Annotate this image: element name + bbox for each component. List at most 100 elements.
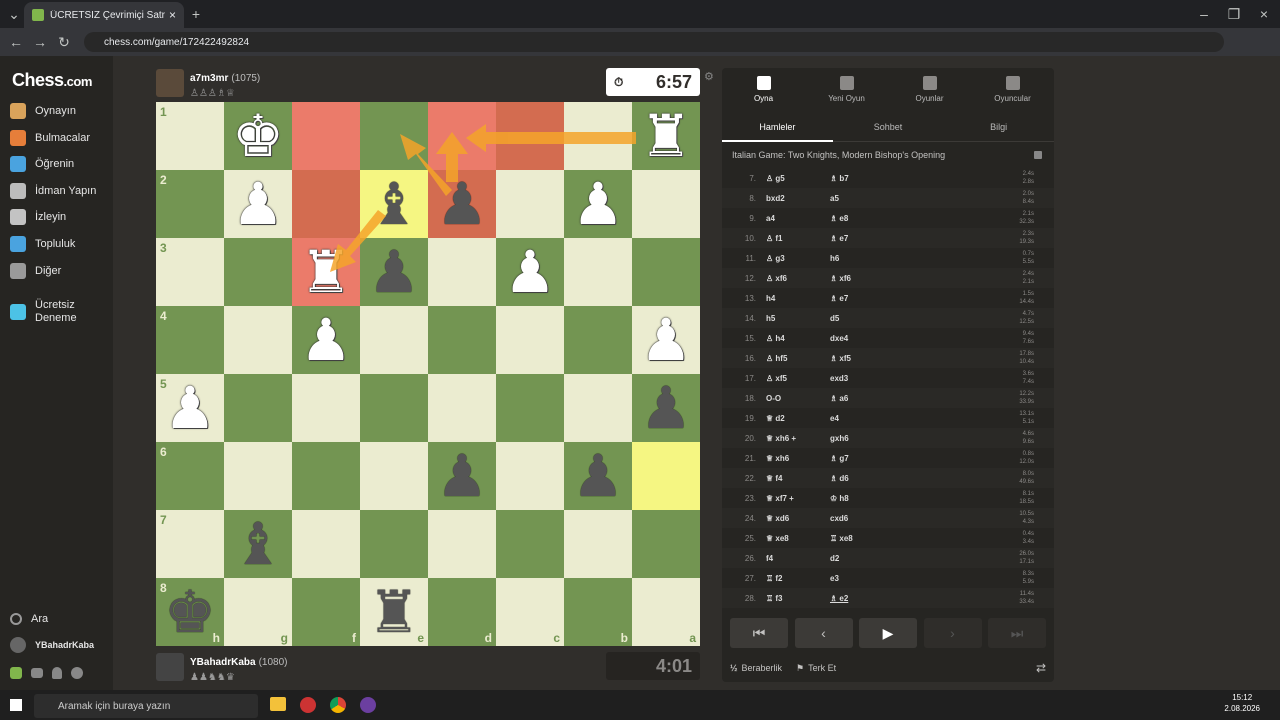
black-king-piece[interactable]: ♚ bbox=[164, 583, 216, 641]
black-move[interactable]: cxd6 bbox=[818, 514, 908, 523]
resign-button[interactable]: Terk Et bbox=[808, 663, 836, 673]
bottom-player-avatar[interactable] bbox=[156, 653, 184, 681]
new-tab-icon[interactable]: + bbox=[184, 2, 208, 26]
close-tab-icon[interactable]: × bbox=[169, 8, 176, 22]
sidebar-item-6[interactable]: Diğer bbox=[0, 258, 113, 284]
square-g1[interactable]: ♚ bbox=[224, 102, 292, 170]
gear-icon[interactable] bbox=[71, 667, 83, 679]
white-move[interactable]: h4 bbox=[762, 294, 818, 303]
sidebar-search[interactable]: Ara bbox=[0, 606, 113, 632]
white-move[interactable]: ♙ f1 bbox=[762, 234, 818, 243]
sidebar-item-0[interactable]: Oynayın bbox=[0, 98, 113, 124]
white-move[interactable]: O-O bbox=[762, 394, 818, 403]
black-move[interactable]: ♗ d6 bbox=[818, 474, 908, 483]
square-g5[interactable] bbox=[224, 374, 292, 442]
white-pawn-piece[interactable]: ♟ bbox=[572, 175, 624, 233]
square-e7[interactable] bbox=[360, 510, 428, 578]
black-move[interactable]: ♗ a6 bbox=[818, 394, 908, 403]
square-b4[interactable] bbox=[564, 306, 632, 374]
square-b7[interactable] bbox=[564, 510, 632, 578]
white-rook-piece[interactable]: ♜ bbox=[300, 243, 352, 301]
black-move[interactable]: ♗ b7 bbox=[818, 174, 908, 183]
black-move[interactable]: a5 bbox=[818, 194, 908, 203]
white-king-piece[interactable]: ♚ bbox=[232, 107, 284, 165]
app2-icon[interactable] bbox=[360, 697, 376, 713]
square-g7[interactable]: ♝ bbox=[224, 510, 292, 578]
sidebar-item-2[interactable]: Öğrenin bbox=[0, 151, 113, 177]
black-move[interactable]: e4 bbox=[818, 414, 908, 423]
panel-tab-1[interactable]: Yeni Oyun bbox=[805, 68, 888, 110]
black-move[interactable]: ♗ e7 bbox=[818, 294, 908, 303]
reload-icon[interactable]: ↻ bbox=[52, 30, 76, 54]
flip-board-icon[interactable]: ⇄ bbox=[1036, 661, 1046, 675]
black-move[interactable]: d5 bbox=[818, 314, 908, 323]
square-d2[interactable]: ♟ bbox=[428, 170, 496, 238]
black-move[interactable]: ♗ xf6 bbox=[818, 274, 908, 283]
move-list[interactable]: 7. ♙ g5 ♗ b7 2.4s 2.8s 8. bxd2 a5 2.0s 8.4s 9. a4 ♗ … bbox=[722, 168, 1054, 608]
white-move[interactable]: ♙ hf5 bbox=[762, 354, 818, 363]
black-move[interactable]: ♗ g7 bbox=[818, 454, 908, 463]
white-pawn-piece[interactable]: ♟ bbox=[504, 243, 556, 301]
forward-icon[interactable]: → bbox=[28, 30, 52, 54]
square-d4[interactable] bbox=[428, 306, 496, 374]
panel-tab-0[interactable]: Oyna bbox=[722, 68, 805, 110]
bell-icon[interactable] bbox=[52, 667, 62, 679]
top-player-avatar[interactable] bbox=[156, 69, 184, 97]
square-d3[interactable] bbox=[428, 238, 496, 306]
square-b1[interactable] bbox=[564, 102, 632, 170]
app-icon[interactable] bbox=[300, 697, 316, 713]
top-player-name[interactable]: a7m3mr bbox=[190, 73, 228, 84]
square-e1[interactable] bbox=[360, 102, 428, 170]
square-f8[interactable]: f bbox=[292, 578, 360, 646]
white-move[interactable]: a4 bbox=[762, 214, 818, 223]
square-c1[interactable] bbox=[496, 102, 564, 170]
close-window-icon[interactable]: × bbox=[1252, 2, 1276, 26]
next-move-button[interactable]: ▶ bbox=[859, 618, 917, 648]
square-f5[interactable] bbox=[292, 374, 360, 442]
prev-move-button[interactable]: ‹ bbox=[794, 618, 853, 648]
white-move[interactable]: ♙ h4 bbox=[762, 334, 818, 343]
chess-com-logo[interactable]: Chess.com bbox=[12, 70, 92, 91]
minimize-icon[interactable]: – bbox=[1192, 2, 1216, 26]
white-move[interactable]: ♙ g3 bbox=[762, 254, 818, 263]
square-a6[interactable] bbox=[632, 442, 700, 510]
black-move[interactable]: ♗ e7 bbox=[818, 234, 908, 243]
system-clock[interactable]: 15:12 2.08.2026 bbox=[1224, 692, 1260, 714]
address-bar[interactable]: chess.com/game/172422492824 bbox=[84, 32, 1224, 52]
square-f3[interactable]: ♜ bbox=[292, 238, 360, 306]
panel-subtab-2[interactable]: Bilgi bbox=[943, 112, 1054, 141]
square-b8[interactable]: b bbox=[564, 578, 632, 646]
square-e5[interactable] bbox=[360, 374, 428, 442]
square-b3[interactable] bbox=[564, 238, 632, 306]
black-move[interactable]: ♗ e2 bbox=[818, 594, 908, 603]
panel-tab-3[interactable]: Oyuncular bbox=[971, 68, 1054, 110]
square-c6[interactable] bbox=[496, 442, 564, 510]
square-h8[interactable]: 8 h ♚ bbox=[156, 578, 224, 646]
sidebar-profile[interactable]: YBahadrKaba bbox=[0, 632, 113, 658]
back-icon[interactable]: ← bbox=[4, 30, 28, 54]
square-e4[interactable] bbox=[360, 306, 428, 374]
square-d7[interactable] bbox=[428, 510, 496, 578]
black-move[interactable]: ♗ xf5 bbox=[818, 354, 908, 363]
square-c4[interactable] bbox=[496, 306, 564, 374]
square-f2[interactable] bbox=[292, 170, 360, 238]
square-f6[interactable] bbox=[292, 442, 360, 510]
black-pawn-piece[interactable]: ♟ bbox=[436, 175, 488, 233]
white-move[interactable]: ♕ xf7 + bbox=[762, 494, 818, 503]
square-d8[interactable]: d bbox=[428, 578, 496, 646]
square-h1[interactable]: 1 bbox=[156, 102, 224, 170]
panel-tab-2[interactable]: Oyunlar bbox=[888, 68, 971, 110]
black-move[interactable]: e3 bbox=[818, 574, 908, 583]
black-move[interactable]: ♖ xe8 bbox=[818, 534, 908, 543]
black-pawn-piece[interactable]: ♟ bbox=[436, 447, 488, 505]
taskbar-search[interactable]: Aramak için buraya yazın bbox=[34, 694, 258, 718]
panel-subtab-0[interactable]: Hamleler bbox=[722, 112, 833, 142]
white-pawn-piece[interactable]: ♟ bbox=[232, 175, 284, 233]
square-g3[interactable] bbox=[224, 238, 292, 306]
mail-icon[interactable] bbox=[31, 668, 43, 678]
square-g4[interactable] bbox=[224, 306, 292, 374]
black-move[interactable]: h6 bbox=[818, 254, 908, 263]
white-move[interactable]: ♖ f3 bbox=[762, 594, 818, 603]
sidebar-item-1[interactable]: Bulmacalar bbox=[0, 125, 113, 151]
file-explorer-icon[interactable] bbox=[270, 697, 286, 711]
